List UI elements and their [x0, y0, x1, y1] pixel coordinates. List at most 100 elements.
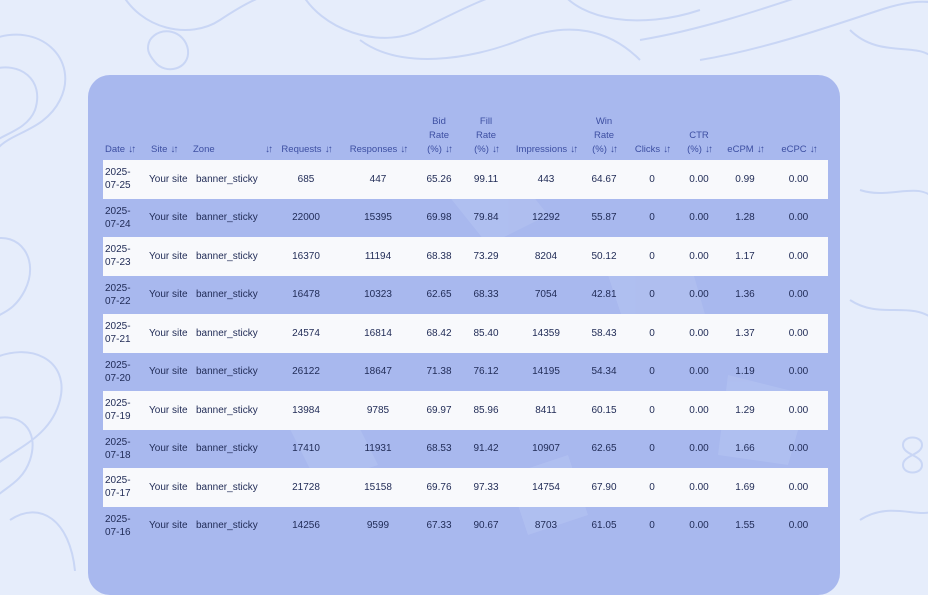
table-cell: 443 [511, 160, 581, 199]
table-cell: 2025- 07-16 [105, 513, 131, 538]
sort-arrows-icon[interactable]: ↓↑ [170, 144, 178, 155]
table-cell: Your site [149, 289, 188, 301]
table-cell: 1.28 [735, 212, 755, 224]
table-cell: Your site [149, 468, 191, 507]
table-cell: 50.12 [581, 237, 627, 276]
table-cell: 8204 [511, 237, 581, 276]
sort-arrows-icon[interactable]: ↓↑ [570, 144, 578, 155]
sort-arrows-icon[interactable]: ↓↑ [265, 143, 273, 157]
column-header-requests[interactable]: Requests ↓↑ [273, 105, 339, 160]
table-cell: 61.05 [591, 520, 617, 532]
column-header-label: Requests [281, 144, 322, 155]
table-cell: 0.00 [769, 468, 828, 507]
table-cell: 85.96 [461, 391, 511, 430]
table-cell: 10907 [532, 443, 560, 455]
table-cell: Your site [149, 391, 191, 430]
table-cell: 0.00 [788, 520, 809, 532]
table-cell: 58.43 [581, 314, 627, 353]
column-header-bid-rate[interactable]: Bid Rate (%) ↓↑ [417, 105, 461, 160]
sort-arrows-icon[interactable]: ↓↑ [663, 144, 671, 155]
table-cell: 64.67 [581, 160, 627, 199]
table-cell: 0.00 [689, 443, 709, 455]
table-cell: 68.42 [417, 314, 461, 353]
table-cell: 0.00 [677, 160, 721, 199]
table-cell: 14359 [511, 314, 581, 353]
column-header-label: Impressions [515, 144, 568, 155]
column-header-win-rate[interactable]: Win Rate (%) ↓↑ [581, 105, 627, 160]
table-cell: 12292 [532, 212, 560, 224]
table-cell: 2025- 07-25 [103, 160, 149, 199]
column-header-date[interactable]: Date ↓↑ [103, 105, 149, 160]
report-table: Date ↓↑ Site ↓↑ Zone ↓↑ Requests ↓↑ Responses ↓↑ B… [103, 105, 828, 545]
column-header-label: Rate [593, 130, 615, 141]
table-cell: 55.87 [591, 212, 617, 224]
table-row: 2025- 07-24 Your site banner_sticky 22000 153… [103, 199, 828, 238]
table-cell: 0.00 [769, 314, 828, 353]
column-header-ctr[interactable]: CTR (%) ↓↑ [677, 105, 721, 160]
column-header-label: (%) [427, 144, 442, 155]
table-cell: 0 [649, 289, 655, 301]
table-cell: 0.00 [769, 391, 828, 430]
table-cell: 60.15 [581, 391, 627, 430]
table-cell: 2025- 07-23 [103, 237, 149, 276]
table-cell: 67.90 [581, 468, 627, 507]
table-cell: 447 [339, 160, 417, 199]
table-cell: 91.42 [473, 443, 499, 455]
column-header-site[interactable]: Site ↓↑ [149, 105, 191, 160]
sort-arrows-icon[interactable]: ↓↑ [325, 144, 333, 155]
table-cell: Your site [149, 443, 188, 455]
column-header-ecpm[interactable]: eCPM ↓↑ [721, 105, 769, 160]
column-header-impressions[interactable]: Impressions ↓↑ [511, 105, 581, 160]
table-cell: 0 [649, 520, 655, 532]
column-header-fill-rate[interactable]: Fill Rate (%) ↓↑ [461, 105, 511, 160]
table-cell: 1.19 [735, 366, 755, 378]
table-cell: 0.00 [788, 289, 809, 301]
table-cell: 71.38 [426, 366, 452, 378]
sort-arrows-icon[interactable]: ↓↑ [610, 144, 618, 155]
table-cell: 2025- 07-24 [105, 205, 131, 230]
column-header-clicks[interactable]: Clicks ↓↑ [627, 105, 677, 160]
column-header-label: Date [105, 144, 126, 155]
table-cell: 1.36 [735, 289, 755, 301]
column-header-label: Rate [428, 130, 450, 141]
table-cell: 16370 [273, 237, 339, 276]
table-cell: 21728 [273, 468, 339, 507]
table-cell: banner_sticky [196, 212, 258, 224]
table-cell: 26122 [292, 366, 320, 378]
table-cell: 67.33 [426, 520, 452, 532]
table-cell: 68.38 [417, 237, 461, 276]
table-cell: 0 [649, 366, 655, 378]
table-cell: 16478 [292, 289, 320, 301]
sort-arrows-icon[interactable]: ↓↑ [400, 144, 408, 155]
column-header-label: Responses [349, 144, 398, 155]
table-cell: 0.00 [677, 391, 721, 430]
column-header-label: Site [151, 144, 168, 155]
table-cell: banner_sticky [196, 366, 258, 378]
table-cell: 0 [627, 160, 677, 199]
table-cell: 8411 [511, 391, 581, 430]
column-header-zone[interactable]: Zone ↓↑ [191, 105, 273, 160]
table-cell: 0 [627, 468, 677, 507]
table-cell: 76.12 [473, 366, 499, 378]
table-cell: 14256 [292, 520, 320, 532]
sort-arrows-icon[interactable]: ↓↑ [492, 144, 500, 155]
sort-arrows-icon[interactable]: ↓↑ [810, 144, 818, 155]
table-cell: banner_sticky [191, 314, 273, 353]
table-cell: 2025- 07-22 [105, 282, 131, 307]
table-cell: 0.00 [769, 237, 828, 276]
sort-arrows-icon[interactable]: ↓↑ [128, 144, 136, 155]
column-header-responses[interactable]: Responses ↓↑ [339, 105, 417, 160]
table-cell: 11931 [364, 443, 392, 455]
sort-arrows-icon[interactable]: ↓↑ [757, 144, 765, 155]
table-cell: 1.69 [721, 468, 769, 507]
table-row: 2025- 07-21 Your site banner_sticky 24574 168… [103, 314, 828, 353]
table-cell: 2025- 07-17 [103, 468, 149, 507]
sort-arrows-icon[interactable]: ↓↑ [445, 144, 453, 155]
table-cell: banner_sticky [191, 237, 273, 276]
sort-arrows-icon[interactable]: ↓↑ [705, 144, 713, 155]
column-header-ecpc[interactable]: eCPC ↓↑ [769, 105, 828, 160]
column-header-label: Rate [475, 130, 497, 141]
table-cell: 2025- 07-19 [103, 391, 149, 430]
table-cell: 62.65 [591, 443, 617, 455]
table-cell: Your site [149, 366, 188, 378]
